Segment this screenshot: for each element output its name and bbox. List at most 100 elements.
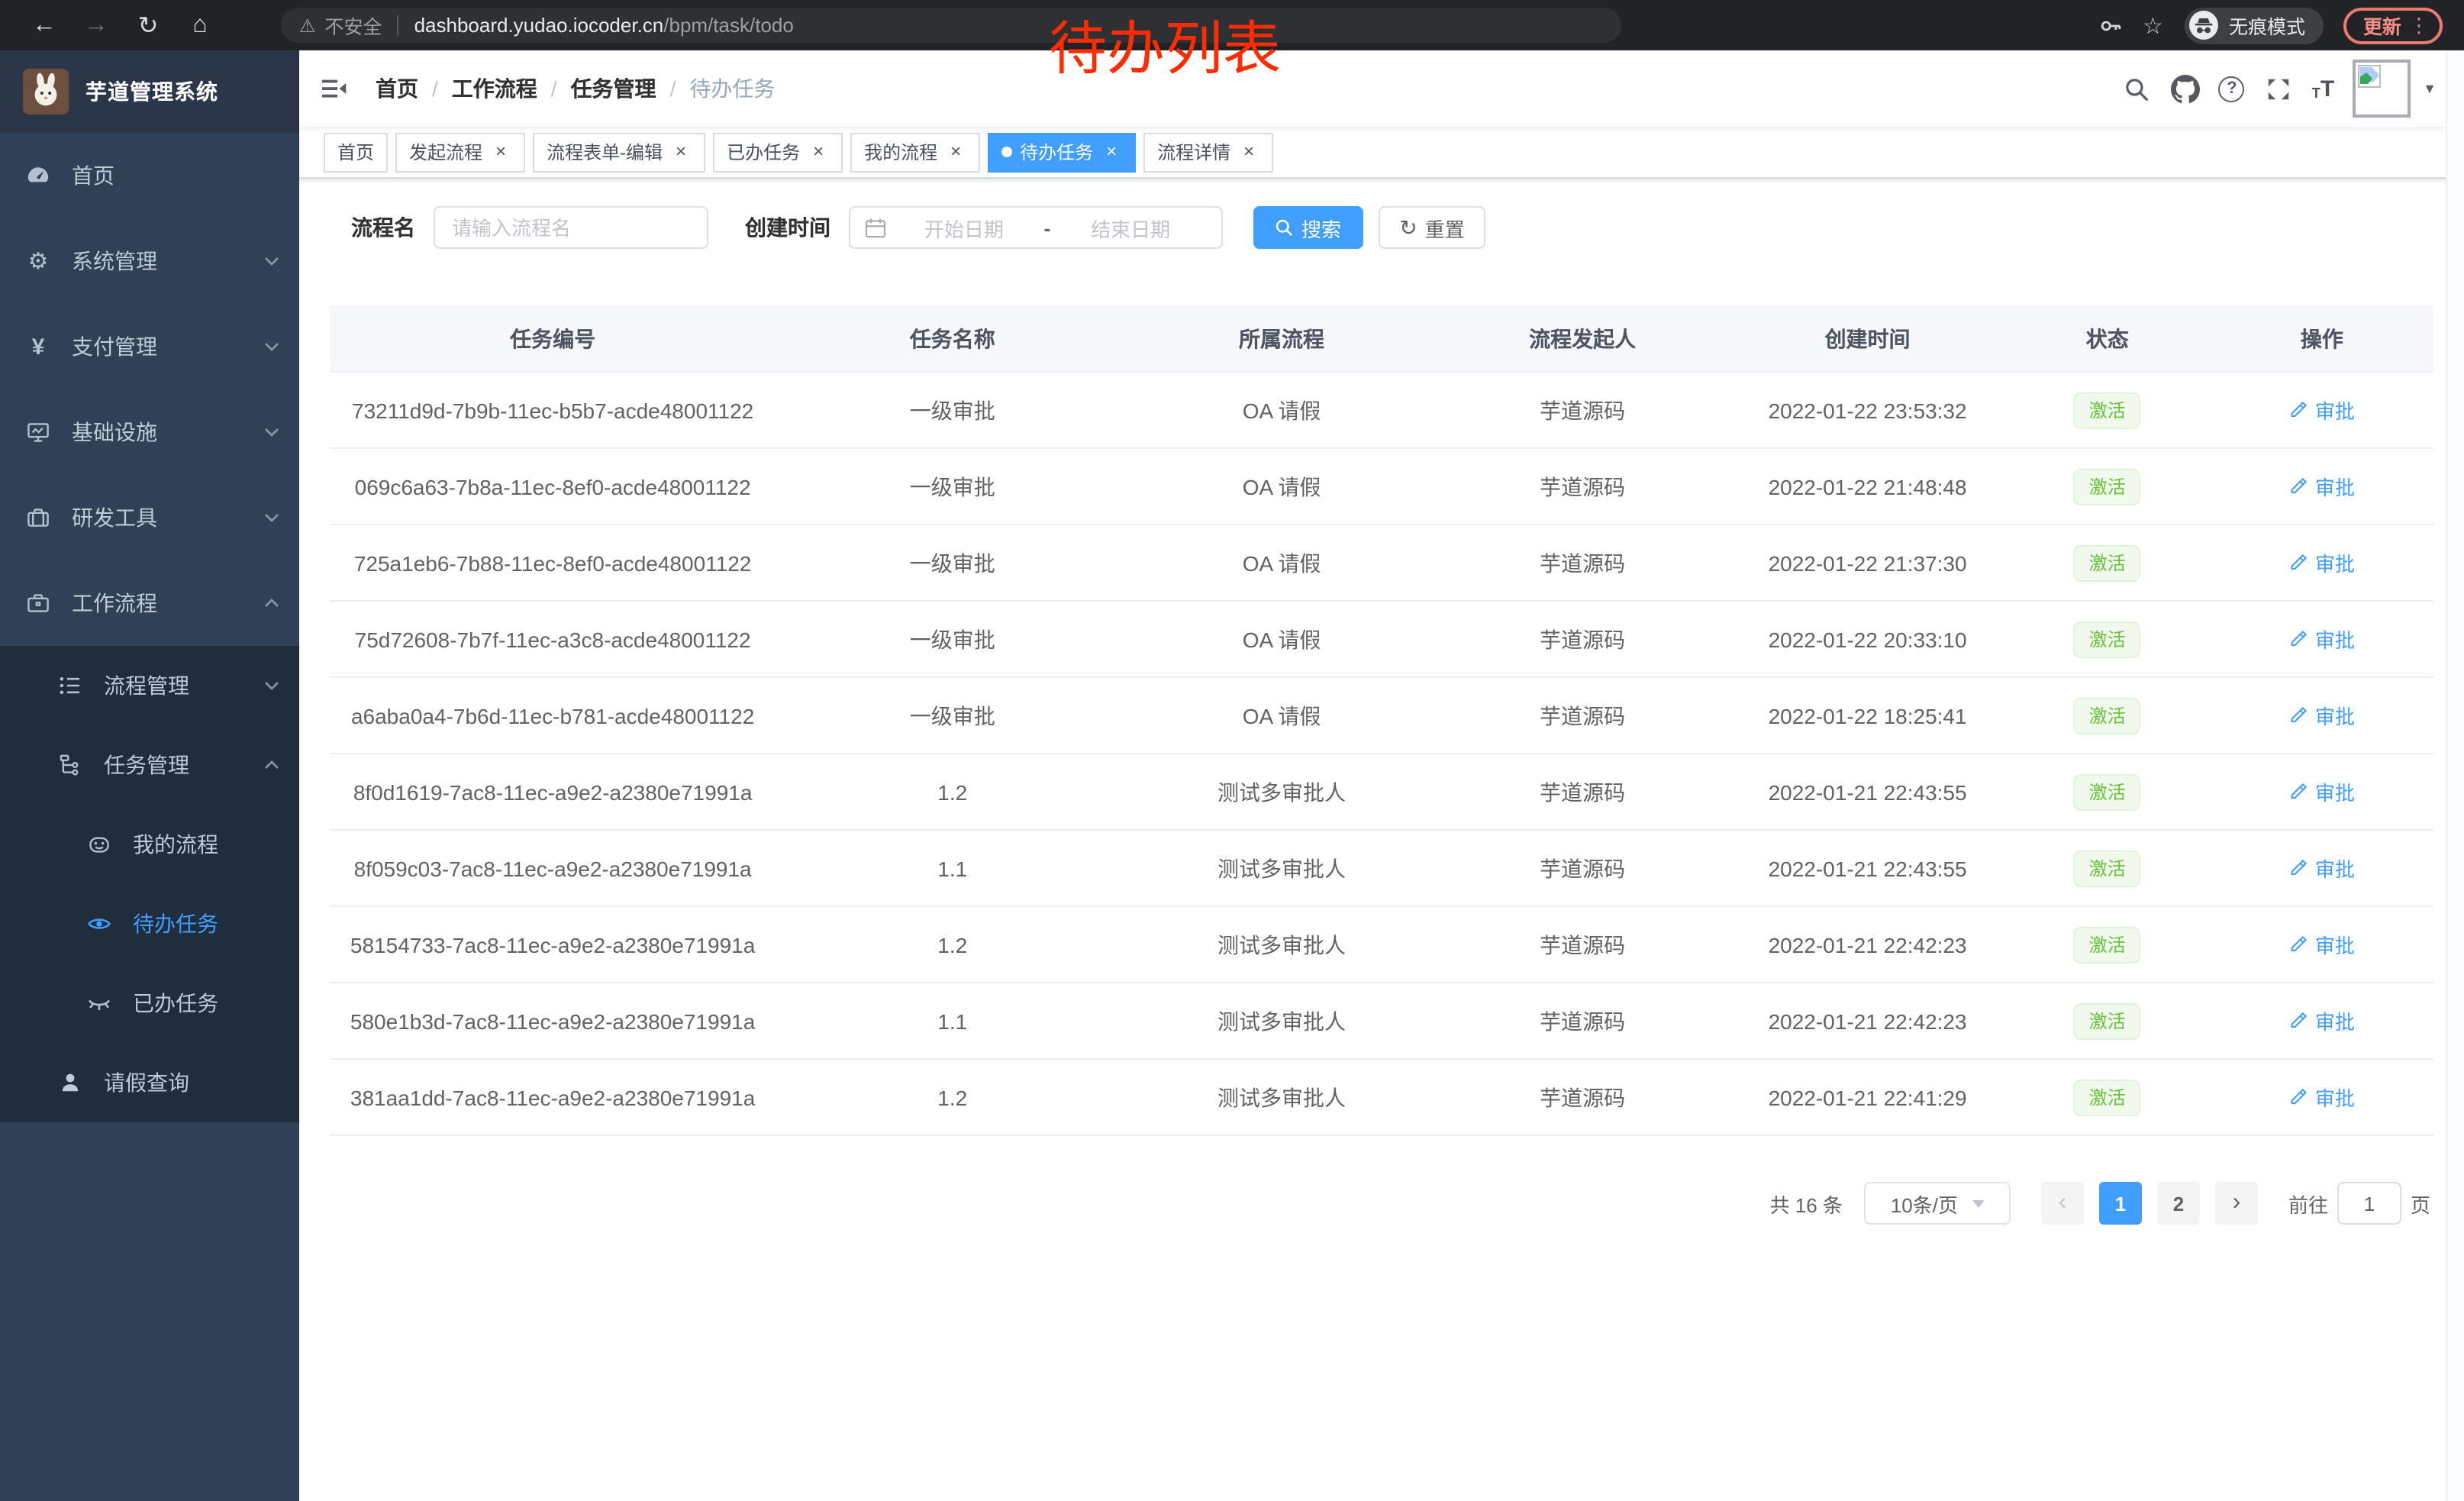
cell-create-time: 2022-01-22 21:37:30 [1730, 525, 2004, 601]
address-divider [398, 15, 399, 35]
caret-down-icon[interactable]: ▼ [2423, 81, 2437, 96]
toolbox-icon [26, 505, 50, 530]
security-label[interactable]: 不安全 [325, 11, 382, 40]
cell-process: 测试多审批人 [1129, 983, 1434, 1059]
close-icon[interactable]: × [1238, 141, 1259, 163]
approve-label: 审批 [2315, 777, 2355, 806]
tab-流程详情[interactable]: 流程详情× [1143, 132, 1273, 172]
tab-我的流程[interactable]: 我的流程× [850, 132, 980, 172]
approve-link[interactable]: 审批 [2289, 1083, 2355, 1112]
browser-reload-icon[interactable]: ↻ [122, 0, 174, 50]
breadcrumb-item-1[interactable]: 工作流程 [452, 73, 537, 104]
browser-forward-icon[interactable]: → [70, 0, 122, 50]
tab-已办任务[interactable]: 已办任务× [713, 132, 843, 172]
font-size-icon[interactable]: TT [2312, 77, 2334, 100]
sidebar-item-payment[interactable]: ¥ 支付管理 [0, 304, 299, 389]
date-range-picker[interactable]: 开始日期 - 结束日期 [849, 206, 1223, 249]
robot-icon [87, 832, 111, 857]
end-date-placeholder[interactable]: 结束日期 [1053, 213, 1208, 242]
dashboard-icon [26, 163, 50, 188]
prev-page-button[interactable]: ‹ [2041, 1182, 2084, 1225]
process-name-input[interactable] [434, 206, 708, 249]
breadcrumb-item-0[interactable]: 首页 [376, 73, 418, 104]
tab-流程表单-编辑[interactable]: 流程表单-编辑× [533, 132, 705, 172]
cell-action: 审批 [2211, 906, 2433, 983]
sidebar-item-system[interactable]: ⚙ 系统管理 [0, 218, 299, 304]
approve-link[interactable]: 审批 [2289, 548, 2355, 577]
tab-首页[interactable]: 首页 [324, 132, 388, 172]
browser-back-icon[interactable]: ← [18, 0, 70, 50]
table-row: a6aba0a4-7b6d-11ec-b781-acde48001122一级审批… [330, 677, 2433, 754]
cell-action: 审批 [2211, 754, 2433, 830]
sidebar-logo[interactable]: 芋道管理系统 [0, 50, 299, 133]
briefcase-icon [26, 591, 50, 615]
approve-link[interactable]: 审批 [2289, 930, 2355, 959]
cell-action: 审批 [2211, 601, 2433, 677]
cell-task-id: 8f059c03-7ac8-11ec-a9e2-a2380e71991a [330, 830, 776, 906]
tab-待办任务[interactable]: 待办任务× [988, 132, 1136, 172]
sidebar-item-infra[interactable]: 基础设施 [0, 389, 299, 475]
sidebar-item-home[interactable]: 首页 [0, 133, 299, 218]
sidebar-item-leave-query[interactable]: 请假查询 [0, 1043, 299, 1122]
help-icon[interactable]: ? [2219, 76, 2245, 102]
close-icon[interactable]: × [670, 141, 692, 163]
start-date-placeholder[interactable]: 开始日期 [887, 213, 1041, 242]
search-icon[interactable] [2121, 72, 2152, 105]
hamburger-icon[interactable] [319, 73, 350, 104]
address-bar[interactable]: ⚠ 不安全 dashboard.yudao.iocoder.cn /bpm/ta… [281, 8, 1621, 43]
cell-process: 测试多审批人 [1129, 906, 1434, 983]
close-icon[interactable]: × [808, 141, 829, 163]
sidebar-item-done-tasks[interactable]: 已办任务 [0, 964, 299, 1043]
cell-task-name: 1.1 [776, 983, 1129, 1059]
sidebar-item-my-process[interactable]: 我的流程 [0, 805, 299, 884]
approve-link[interactable]: 审批 [2289, 777, 2355, 806]
page-size-select[interactable]: 10条/页 [1864, 1182, 2011, 1225]
approve-link[interactable]: 审批 [2289, 854, 2355, 883]
page-button-1[interactable]: 1 [2099, 1182, 2142, 1225]
cell-action: 审批 [2211, 372, 2433, 448]
status-badge: 激活 [2074, 544, 2141, 581]
approve-link[interactable]: 审批 [2289, 472, 2355, 501]
approve-link[interactable]: 审批 [2289, 1006, 2355, 1035]
page-button-2[interactable]: 2 [2157, 1182, 2200, 1225]
page-annotation: 待办列表 [1049, 17, 1281, 86]
reset-button[interactable]: ↻ 重置 [1379, 206, 1485, 249]
sidebar-item-process-mgmt[interactable]: 流程管理 [0, 646, 299, 725]
status-badge: 激活 [2074, 1079, 2141, 1115]
sidebar-item-task-mgmt[interactable]: 任务管理 [0, 725, 299, 805]
approve-link[interactable]: 审批 [2289, 625, 2355, 654]
refresh-icon: ↻ [1399, 217, 1417, 238]
cell-task-name: 1.2 [776, 1059, 1129, 1135]
tab-发起流程[interactable]: 发起流程 × [395, 132, 525, 172]
approve-link[interactable]: 审批 [2289, 395, 2355, 424]
cell-process: OA 请假 [1129, 601, 1434, 677]
browser-menu-icon[interactable]: ⋮ [2409, 13, 2429, 37]
browser-home-icon[interactable]: ⌂ [174, 0, 226, 50]
approve-link[interactable]: 审批 [2289, 701, 2355, 730]
github-icon[interactable] [2170, 72, 2201, 105]
avatar[interactable] [2353, 60, 2411, 118]
tags-view-bar: 首页发起流程×流程表单-编辑×已办任务×我的流程×待办任务×流程详情× [299, 127, 2464, 179]
cell-create-time: 2022-01-21 22:41:29 [1730, 1059, 2004, 1135]
navbar-actions: ? TT ▼ [2121, 60, 2437, 118]
breadcrumb-item-2[interactable]: 任务管理 [571, 73, 656, 104]
chrome-update-button[interactable]: 更新 ⋮ [2343, 7, 2443, 44]
tag-label: 发起流程 [409, 139, 482, 165]
key-icon[interactable] [2098, 13, 2123, 37]
table-header-row: 任务编号 任务名称 所属流程 流程发起人 创建时间 状态 操作 [330, 305, 2433, 372]
bookmark-star-icon[interactable]: ☆ [2143, 11, 2163, 39]
sidebar-item-devtools[interactable]: 研发工具 [0, 475, 299, 560]
sidebar-item-workflow[interactable]: 工作流程 [0, 560, 299, 646]
close-icon[interactable]: × [945, 141, 966, 163]
goto-page-input[interactable] [2337, 1182, 2401, 1225]
status-badge: 激活 [2074, 621, 2141, 657]
table-row: 75d72608-7b7f-11ec-a3c8-acde48001122一级审批… [330, 601, 2433, 677]
page-scrollbar[interactable] [2446, 50, 2464, 1501]
close-icon[interactable]: × [1101, 141, 1122, 163]
search-button[interactable]: 搜索 [1253, 206, 1363, 249]
workflow-submenu: 流程管理 任务管理 我的流程 [0, 646, 299, 1122]
sidebar-item-todo-tasks[interactable]: 待办任务 [0, 884, 299, 964]
next-page-button[interactable]: › [2215, 1182, 2258, 1225]
fullscreen-icon[interactable] [2263, 72, 2294, 105]
close-icon[interactable]: × [490, 141, 511, 163]
